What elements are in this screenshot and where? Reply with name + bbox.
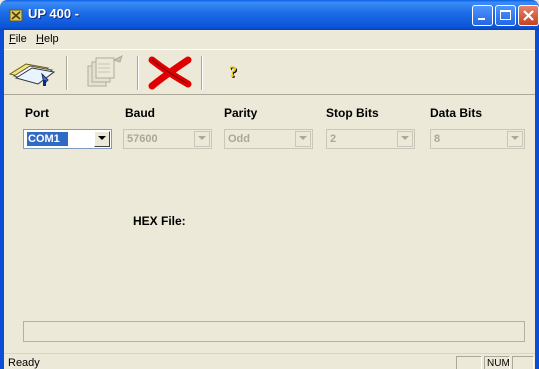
parity-select[interactable]: Odd (224, 129, 313, 149)
about-icon: ? ? (229, 64, 238, 82)
hex-file-label: HEX File: (133, 214, 186, 228)
title-bar[interactable]: UP 400 - (0, 0, 539, 30)
status-pane-scroll (512, 356, 534, 369)
minimize-button[interactable] (472, 5, 493, 26)
program-icon (87, 55, 123, 87)
open-icon (8, 63, 56, 86)
port-value: COM1 (27, 132, 68, 146)
cancel-icon (148, 56, 192, 90)
minimize-icon (478, 18, 485, 20)
menu-bar: File Help (4, 30, 535, 49)
stop-bits-label: Stop Bits (326, 106, 379, 120)
window-title: UP 400 - (28, 6, 80, 21)
status-pane-num: NUM (484, 356, 510, 369)
baud-label: Baud (125, 106, 155, 120)
stop-bits-value: 2 (330, 133, 337, 145)
toolbar: ? ? (4, 49, 535, 95)
status-pane-caps (456, 356, 482, 369)
close-icon (523, 10, 534, 21)
stop-bits-dropdown-button[interactable] (397, 131, 413, 147)
status-bar: Ready NUM (4, 353, 535, 369)
baud-select[interactable]: 57600 (123, 129, 212, 149)
parity-value: Odd (228, 133, 250, 145)
app-icon (8, 7, 24, 23)
open-file-button[interactable] (8, 54, 56, 92)
window-frame-right (535, 30, 539, 369)
port-dropdown-button[interactable] (94, 131, 110, 147)
program-button[interactable] (78, 54, 126, 92)
menu-file[interactable]: File (9, 33, 27, 45)
parity-label: Parity (224, 106, 258, 120)
toolbar-separator (201, 56, 203, 90)
chevron-down-icon (401, 136, 409, 140)
num-lock-indicator: NUM (487, 358, 510, 369)
menu-help[interactable]: Help (36, 33, 59, 45)
main-panel: Port Baud Parity Stop Bits Data Bits COM… (4, 95, 535, 353)
data-bits-dropdown-button[interactable] (507, 131, 523, 147)
toolbar-separator (66, 56, 68, 90)
chevron-down-icon (98, 136, 106, 140)
port-label: Port (25, 106, 49, 120)
chevron-down-icon (511, 136, 519, 140)
toolbar-separator (137, 56, 139, 90)
maximize-icon (500, 10, 511, 20)
data-bits-label: Data Bits (430, 106, 483, 120)
status-text: Ready (8, 357, 40, 369)
port-select[interactable]: COM1 (23, 129, 112, 149)
app-window: UP 400 - File Help ? ? Port Baud Parity … (0, 0, 539, 369)
close-button[interactable] (518, 5, 539, 26)
about-button[interactable]: ? ? (226, 54, 246, 92)
baud-value: 57600 (127, 133, 158, 145)
chevron-down-icon (299, 136, 307, 140)
progress-bar (23, 321, 525, 342)
chevron-down-icon (198, 136, 206, 140)
stop-bits-select[interactable]: 2 (326, 129, 415, 149)
baud-dropdown-button[interactable] (194, 131, 210, 147)
maximize-button[interactable] (495, 5, 516, 26)
cancel-button[interactable] (146, 54, 194, 92)
data-bits-value: 8 (434, 133, 441, 145)
parity-dropdown-button[interactable] (295, 131, 311, 147)
svg-text:?: ? (229, 64, 237, 81)
data-bits-select[interactable]: 8 (430, 129, 525, 149)
